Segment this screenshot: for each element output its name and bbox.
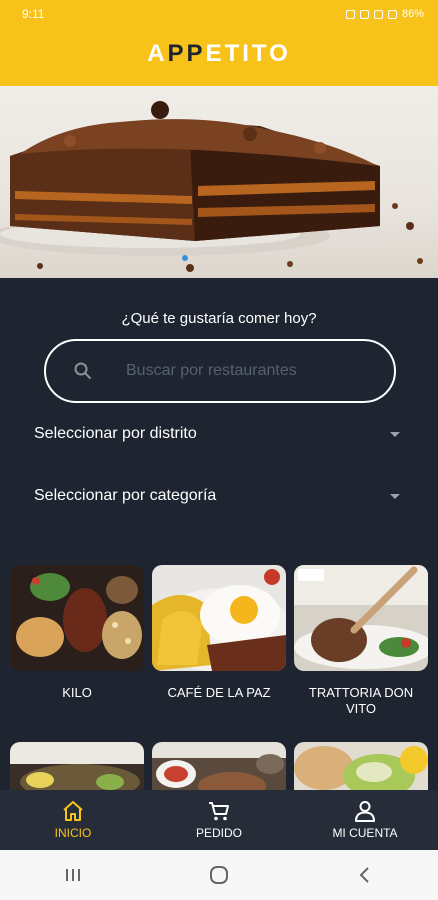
home-circle-icon (210, 866, 228, 884)
category-select-label: Seleccionar por categoría (34, 487, 217, 504)
restaurant-card[interactable]: KILO (10, 565, 144, 701)
district-select-label: Seleccionar por distrito (34, 425, 197, 442)
home-button[interactable] (199, 860, 239, 890)
carousel-indicator[interactable] (182, 255, 188, 261)
restaurant-image (10, 565, 144, 671)
wifi-icon (373, 9, 383, 19)
status-time: 9:11 (22, 7, 45, 21)
restaurant-name: CAFÉ DE LA PAZ (167, 685, 271, 700)
category-select[interactable]: Seleccionar por categoría (34, 483, 406, 509)
nav-item-inicio[interactable]: INICIO (0, 790, 146, 850)
signal-icon (387, 9, 397, 19)
hero-carousel[interactable] (0, 86, 438, 278)
cart-icon (209, 802, 229, 821)
recent-apps-icon (66, 869, 80, 881)
bottom-navigation: INICIO PEDIDO MI CUENTA (0, 790, 438, 850)
chevron-down-icon (390, 493, 400, 499)
nav-label: MI CUENTA (332, 826, 398, 840)
restaurant-image (294, 565, 428, 671)
restaurant-card[interactable]: TRATTORIA DON VITO (294, 565, 428, 717)
search-icon (74, 362, 92, 380)
restaurant-card[interactable]: CAFÉ DE LA PAZ (152, 565, 286, 701)
restaurant-name: TRATTORIA DON VITO (308, 685, 414, 716)
search-question: ¿Qué te gustaría comer hoy? (121, 310, 317, 327)
notification-icon (345, 9, 355, 19)
nav-label: PEDIDO (195, 826, 242, 840)
nav-item-pedido[interactable]: PEDIDO (146, 790, 292, 850)
app-logo: APPETITO (147, 40, 291, 67)
status-bar: 9:11 86% (22, 6, 424, 22)
battery-level: 86% (401, 8, 424, 20)
app-header: 9:11 86% APPETITO (0, 0, 438, 86)
district-select[interactable]: Seleccionar por distrito (34, 421, 406, 447)
nav-label: INICIO (54, 826, 92, 840)
restaurant-name: KILO (62, 685, 92, 700)
home-icon (63, 801, 83, 821)
back-button[interactable] (345, 860, 385, 890)
restaurant-image (152, 565, 286, 671)
search-input[interactable] (126, 357, 376, 385)
system-navigation-bar (0, 850, 438, 900)
back-icon (359, 867, 369, 883)
alarm-icon (359, 9, 369, 19)
recent-apps-button[interactable] (53, 860, 93, 890)
search-bar[interactable] (44, 339, 396, 403)
user-icon (355, 801, 375, 822)
nav-item-mi-cuenta[interactable]: MI CUENTA (292, 790, 438, 850)
status-icons: 86% (345, 8, 424, 20)
cake-image (0, 101, 423, 272)
chevron-down-icon (390, 431, 400, 437)
